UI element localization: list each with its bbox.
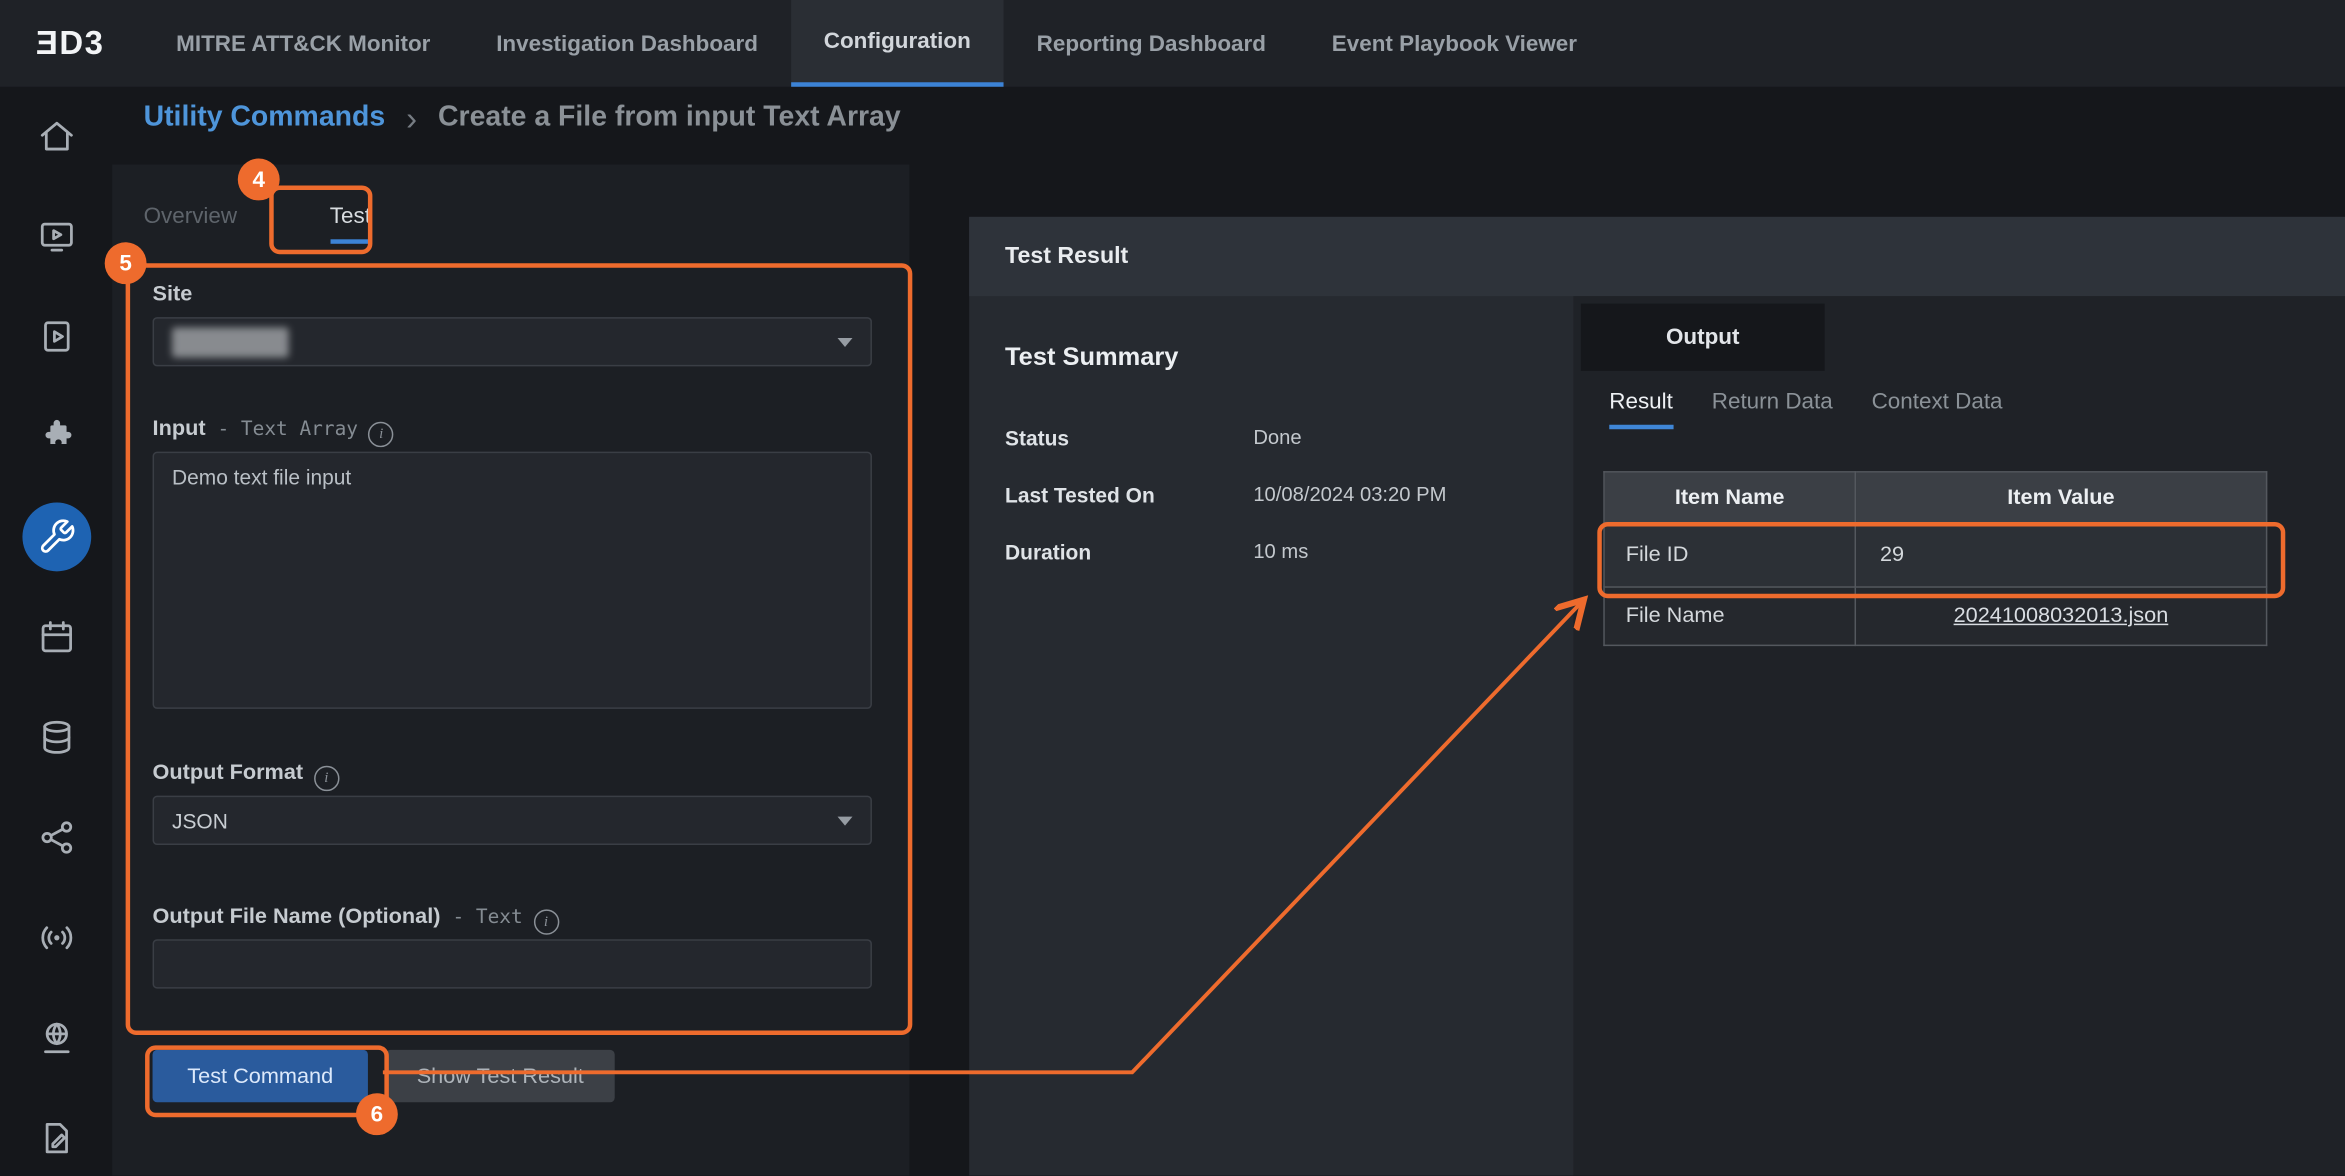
summary-row-status: Status Done	[1005, 426, 1543, 456]
info-icon[interactable]: i	[314, 766, 339, 791]
tab-test[interactable]: Test	[330, 203, 371, 243]
database-icon	[37, 718, 76, 757]
output-format-value: JSON	[172, 808, 228, 832]
video-file-icon	[37, 317, 76, 356]
sidebar-item-broadcast[interactable]	[22, 903, 91, 972]
output-format-label: Output Format	[153, 761, 304, 785]
sidebar-item-audit-log[interactable]	[22, 1104, 91, 1173]
file-name-value: 20241008032013.json	[1855, 587, 2266, 645]
output-sub-panel: Output Result Return Data Context Data I…	[1573, 296, 2345, 1175]
output-format-label-row: Output Format i	[153, 760, 339, 791]
sidebar-item-connections[interactable]	[22, 803, 91, 872]
info-icon[interactable]: i	[533, 909, 558, 934]
last-tested-value: 10/08/2024 03:20 PM	[1253, 483, 1446, 505]
chevron-down-icon	[838, 817, 853, 826]
tab-context-data[interactable]: Context Data	[1872, 389, 2003, 429]
tab-return-data[interactable]: Return Data	[1712, 389, 1833, 429]
nav-reporting-dashboard[interactable]: Reporting Dashboard	[1004, 0, 1299, 87]
show-test-result-button[interactable]: Show Test Result	[386, 1050, 615, 1102]
nav-investigation-dashboard[interactable]: Investigation Dashboard	[463, 0, 791, 87]
calendar-icon	[37, 618, 76, 657]
icon-sidebar	[0, 87, 112, 1176]
table-row-file-name: File Name 20241008032013.json	[1604, 587, 2267, 645]
output-format-select[interactable]: JSON	[153, 796, 872, 845]
breadcrumb: Utility Commands › Create a File from in…	[144, 102, 901, 135]
output-file-type-hint: - Text	[452, 906, 522, 928]
output-file-label-row: Output File Name (Optional) - Text i	[153, 903, 559, 934]
input-textarea[interactable]: Demo text file input	[153, 452, 872, 709]
sidebar-item-home[interactable]	[22, 102, 91, 171]
sidebar-item-data[interactable]	[22, 703, 91, 772]
site-select[interactable]	[153, 317, 872, 366]
test-summary-title: Test Summary	[1005, 342, 1178, 372]
nav-mitre-attck-monitor[interactable]: MITRE ATT&CK Monitor	[143, 0, 463, 87]
puzzle-icon	[37, 417, 76, 456]
output-file-input[interactable]	[153, 939, 872, 988]
input-label-row: Input - Text Array i	[153, 416, 394, 447]
sidebar-item-schedule[interactable]	[22, 603, 91, 672]
output-sub-tabs: Result Return Data Context Data	[1609, 389, 2002, 429]
broadcast-icon	[37, 918, 76, 957]
site-label: Site	[153, 281, 193, 308]
table-row-file-id: File ID 29	[1604, 523, 2267, 587]
input-label: Input	[153, 417, 206, 441]
test-result-header: Test Result	[969, 217, 2345, 296]
monitor-play-icon	[37, 217, 76, 256]
chevron-down-icon	[838, 338, 853, 347]
nav-event-playbook-viewer[interactable]: Event Playbook Viewer	[1299, 0, 1610, 87]
sidebar-item-utility-commands[interactable]	[22, 503, 91, 572]
input-type-hint: - Text Array	[218, 419, 358, 441]
page-title: Create a File from input Text Array	[438, 102, 901, 135]
app-root: ƎD3 MITRE ATT&CK Monitor Investigation D…	[0, 0, 2345, 1176]
tab-output[interactable]: Output	[1581, 304, 1825, 371]
home-icon	[37, 117, 76, 156]
summary-row-last-tested: Last Tested On 10/08/2024 03:20 PM	[1005, 483, 1543, 513]
summary-row-duration: Duration 10 ms	[1005, 540, 1543, 570]
header-item-name: Item Name	[1604, 472, 1855, 523]
share-nodes-icon	[37, 818, 76, 857]
nav-configuration[interactable]: Configuration	[791, 0, 1004, 87]
duration-value: 10 ms	[1253, 540, 1308, 562]
wrench-icon	[37, 517, 76, 556]
file-id-value: 29	[1855, 523, 2266, 587]
test-result-title: Test Result	[1005, 243, 1128, 270]
top-nav: ƎD3 MITRE ATT&CK Monitor Investigation D…	[0, 0, 2345, 87]
tab-overview[interactable]: Overview	[144, 203, 237, 243]
test-command-button[interactable]: Test Command	[153, 1050, 368, 1102]
site-value-redacted	[172, 327, 289, 357]
header-item-value: Item Value	[1855, 472, 2266, 523]
breadcrumb-utility-commands[interactable]: Utility Commands	[144, 102, 386, 135]
sidebar-item-integrations[interactable]	[22, 402, 91, 471]
command-form-panel: Overview Test Site Input - Text Array i De…	[112, 165, 909, 1176]
table-header-row: Item Name Item Value	[1604, 472, 2267, 523]
sidebar-item-playbooks[interactable]	[22, 302, 91, 371]
file-id-name: File ID	[1604, 523, 1855, 587]
result-table: Item Name Item Value File ID 29 File Nam…	[1603, 471, 2267, 646]
status-value: Done	[1253, 426, 1301, 448]
sidebar-item-global-users[interactable]	[22, 1004, 91, 1073]
globe-user-icon	[37, 1019, 76, 1058]
output-file-label: Output File Name (Optional)	[153, 905, 441, 929]
sidebar-item-monitor[interactable]	[22, 202, 91, 271]
file-name-name: File Name	[1604, 587, 1855, 645]
breadcrumb-chevron-icon: ›	[406, 104, 417, 132]
tab-result[interactable]: Result	[1609, 389, 1673, 429]
info-icon[interactable]: i	[368, 422, 393, 447]
file-name-link[interactable]: 20241008032013.json	[1954, 604, 2169, 628]
test-result-panel: Test Result Test Summary Status Done Las…	[969, 217, 2345, 1176]
form-tabs: Overview Test	[144, 203, 371, 243]
d3-logo: ƎD3	[0, 0, 143, 87]
document-edit-icon	[37, 1119, 76, 1158]
